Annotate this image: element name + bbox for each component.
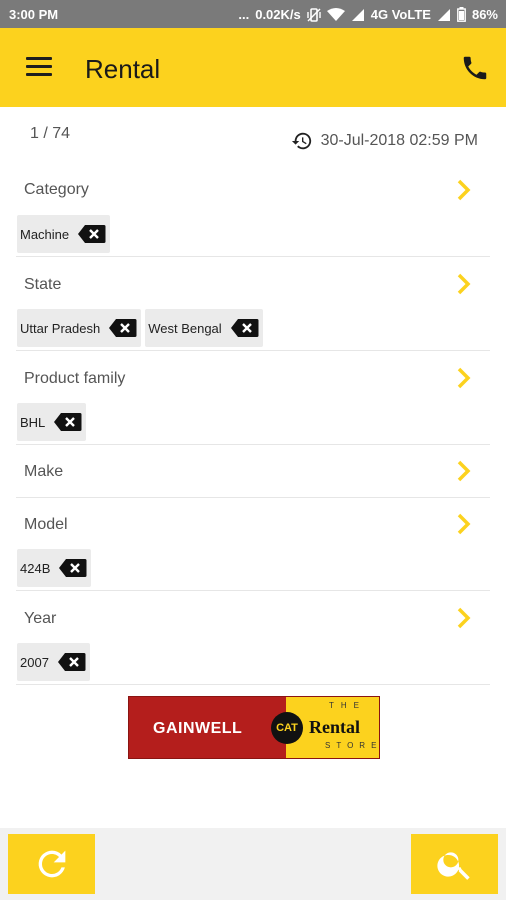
cat-logo: CAT: [271, 712, 303, 744]
page-title: Rental: [85, 54, 161, 84]
banner-store-text: STORE: [325, 741, 380, 750]
signal-icon-2: [437, 8, 450, 21]
filter-row-state[interactable]: State Uttar Pradesh West Bengal: [16, 257, 490, 351]
delete-chip-icon[interactable]: [57, 652, 86, 672]
chip-label: West Bengal: [148, 320, 222, 336]
delete-chip-icon[interactable]: [77, 224, 106, 244]
filter-label-category: Category: [24, 181, 89, 198]
status-dots: ...: [238, 7, 250, 22]
chevron-right-icon: [457, 179, 471, 201]
filter-chip: BHL: [17, 403, 87, 441]
filter-chip: 2007: [17, 643, 90, 681]
refresh-button[interactable]: [8, 834, 95, 894]
filter-label-make: Make: [24, 463, 64, 480]
delete-chip-icon[interactable]: [108, 318, 137, 338]
chevron-right-icon: [457, 607, 471, 629]
filter-label-model: Model: [24, 516, 68, 533]
delete-chip-icon[interactable]: [230, 318, 259, 338]
filter-row-make[interactable]: Make: [16, 445, 490, 498]
filter-row-category[interactable]: Category Machine: [16, 162, 490, 257]
gainwell-rental-banner[interactable]: GAINWELL CAT THE Rental STORE: [128, 696, 380, 759]
filter-row-product-family[interactable]: Product family BHL: [16, 351, 490, 445]
banner-the-text: THE: [329, 701, 366, 710]
phone-icon[interactable]: [460, 53, 490, 83]
filter-chip: West Bengal: [145, 309, 263, 347]
banner-rental-text: Rental: [309, 717, 360, 737]
cat-logo-text: CAT: [276, 722, 298, 734]
chip-label: 424B: [20, 560, 51, 576]
history-icon: [291, 132, 311, 150]
filter-label-product-family: Product family: [24, 370, 126, 387]
filter-label-state: State: [24, 276, 62, 293]
status-icons: ... 0.02K/s 4G VoLTE 86%: [238, 7, 498, 22]
hamburger-menu-icon[interactable]: [24, 54, 54, 80]
refresh-icon: [38, 850, 65, 878]
chevron-right-icon: [457, 367, 471, 389]
filter-label-year: Year: [24, 610, 57, 627]
result-counter: 1 / 74: [30, 125, 71, 142]
status-speed: 0.02K/s: [255, 7, 301, 22]
chip-label: BHL: [20, 414, 46, 430]
filter-row-model[interactable]: Model 424B: [16, 498, 490, 591]
status-bar: 3:00 PM ... 0.02K/s 4G VoLTE 86%: [0, 0, 506, 28]
status-time: 3:00 PM: [9, 7, 59, 22]
battery-icon: [457, 7, 466, 22]
app-bar: Rental: [0, 28, 506, 107]
chip-label: Machine: [20, 226, 70, 242]
filter-chip: Machine: [17, 215, 111, 253]
chip-label: Uttar Pradesh: [20, 320, 101, 336]
filter-row-year[interactable]: Year 2007: [16, 591, 490, 685]
search-button[interactable]: [411, 834, 498, 894]
status-battery: 86%: [471, 7, 498, 22]
chip-label: 2007: [20, 654, 49, 670]
bottom-action-bar: [0, 828, 506, 900]
status-network: 4G VoLTE: [370, 7, 431, 22]
chevron-right-icon: [457, 460, 471, 482]
delete-chip-icon[interactable]: [53, 412, 82, 432]
chevron-right-icon: [457, 513, 471, 535]
filter-chip: 424B: [17, 549, 92, 587]
signal-icon: [351, 8, 364, 21]
filter-chip: Uttar Pradesh: [17, 309, 142, 347]
delete-chip-icon[interactable]: [58, 558, 87, 578]
wifi-icon: [326, 7, 345, 21]
chevron-right-icon: [457, 273, 471, 295]
banner-gainwell-text: GAINWELL: [153, 720, 243, 737]
timestamp-text: 30-Jul-2018 02:59 PM: [320, 132, 478, 149]
search-icon: [436, 852, 470, 880]
last-updated: 30-Jul-2018 02:59 PM: [291, 130, 478, 152]
vibrate-icon: [307, 7, 321, 22]
